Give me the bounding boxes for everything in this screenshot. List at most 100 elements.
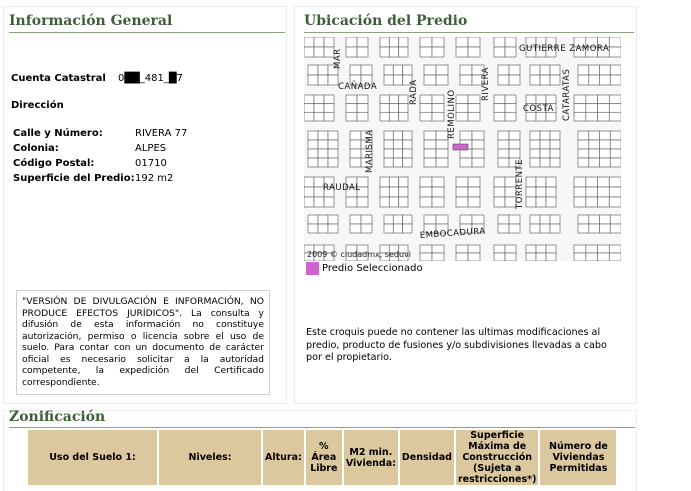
map-lot bbox=[392, 74, 403, 86]
map-lot bbox=[431, 111, 445, 122]
map-lot bbox=[467, 244, 481, 254]
map-lot bbox=[307, 157, 319, 168]
map-lot bbox=[588, 130, 600, 141]
map-lot bbox=[307, 64, 319, 76]
map-lot bbox=[392, 157, 403, 168]
map-lot bbox=[379, 37, 390, 48]
map-lot bbox=[525, 196, 537, 208]
map-lot bbox=[455, 111, 469, 122]
map-lot bbox=[493, 186, 506, 198]
map-lot bbox=[573, 252, 587, 261]
map-lot bbox=[388, 46, 399, 58]
map-lot bbox=[392, 139, 403, 150]
map-lot bbox=[549, 130, 561, 141]
map-lot bbox=[573, 103, 587, 113]
map-lot bbox=[549, 64, 561, 76]
map-lot bbox=[455, 37, 469, 48]
map-lot bbox=[419, 252, 433, 261]
map-lot bbox=[379, 111, 390, 122]
map-lot bbox=[529, 157, 541, 168]
map-lot bbox=[497, 130, 510, 141]
map-lot bbox=[313, 196, 325, 208]
cuenta-catastral-value: 0██_481_█7 bbox=[118, 73, 183, 84]
street-canada: CAÑADA bbox=[338, 81, 377, 92]
map-lot bbox=[455, 176, 469, 188]
map-lot bbox=[307, 223, 319, 234]
map-lot bbox=[398, 37, 409, 48]
codigo-postal-value: 01710 bbox=[135, 158, 167, 169]
zoning-header-row: Uso del Suelo 1: Niveles: Altura: % Área… bbox=[28, 430, 617, 485]
map-lot bbox=[549, 148, 561, 159]
map-lot bbox=[419, 244, 433, 254]
map-lot bbox=[609, 64, 621, 76]
map-lot bbox=[431, 252, 445, 261]
map-lot bbox=[529, 223, 541, 234]
map-lot bbox=[304, 46, 315, 58]
location-map[interactable]: GUTIERRE ZAMORA MAR CAÑADA RADA REMOLINO… bbox=[304, 37, 621, 261]
map-lot bbox=[345, 111, 358, 122]
map-lot bbox=[577, 214, 590, 225]
map-lot bbox=[471, 130, 485, 141]
map-lot bbox=[539, 214, 551, 225]
map-lot bbox=[327, 157, 339, 168]
map-lot bbox=[317, 214, 329, 225]
map-lot bbox=[402, 223, 413, 234]
map-credit: 2009 © ciudadmx, seduvi bbox=[307, 250, 412, 259]
map-lot bbox=[573, 244, 587, 254]
map-lot bbox=[317, 74, 329, 86]
map-lot bbox=[431, 37, 445, 48]
map-lot bbox=[467, 37, 481, 48]
map-lot bbox=[431, 46, 445, 58]
map-lot bbox=[493, 111, 506, 122]
map-lot bbox=[545, 176, 557, 188]
map-lot bbox=[549, 157, 561, 168]
map-lot bbox=[304, 186, 315, 198]
map-lot bbox=[459, 148, 473, 159]
map-lot bbox=[459, 130, 473, 141]
map-lot bbox=[597, 111, 610, 122]
map-lot bbox=[599, 64, 611, 76]
map-lot bbox=[599, 157, 611, 168]
map-lot bbox=[304, 37, 315, 48]
map-lot bbox=[535, 196, 547, 208]
map-lot bbox=[467, 186, 481, 198]
zoning-rule bbox=[9, 427, 635, 428]
map-lot bbox=[402, 64, 413, 76]
map-lot bbox=[497, 214, 510, 225]
map-lot bbox=[356, 94, 369, 105]
map-lot bbox=[585, 103, 598, 113]
map-lot bbox=[423, 214, 437, 225]
map-lot bbox=[327, 214, 339, 225]
colonia-value: ALPES bbox=[135, 143, 167, 154]
street-mar: MAR bbox=[333, 48, 343, 69]
map-lot bbox=[529, 74, 541, 86]
map-lot bbox=[573, 94, 587, 105]
map-lot bbox=[323, 103, 335, 113]
col-altura: Altura: bbox=[263, 430, 304, 485]
map-lot bbox=[419, 196, 433, 208]
map-lot bbox=[455, 196, 469, 208]
map-lot bbox=[539, 130, 551, 141]
map-lot bbox=[345, 46, 358, 58]
zoning-table: Uso del Suelo 1: Niveles: Altura: % Área… bbox=[26, 430, 618, 485]
map-lot bbox=[539, 223, 551, 234]
map-lot bbox=[525, 244, 537, 254]
map-lot bbox=[504, 111, 517, 122]
map-lot bbox=[588, 139, 600, 150]
map-lot bbox=[493, 252, 506, 261]
map-lot bbox=[608, 94, 621, 105]
map-lot bbox=[431, 186, 445, 198]
map-lot bbox=[455, 244, 469, 254]
street-gutierre-zamora: GUTIERRE ZAMORA bbox=[519, 44, 609, 54]
map-lot bbox=[307, 214, 319, 225]
map-lot bbox=[609, 157, 621, 168]
map-lot bbox=[508, 214, 521, 225]
map-lot bbox=[398, 103, 409, 113]
street-costa: COSTA bbox=[523, 104, 554, 114]
selected-lot[interactable] bbox=[452, 143, 469, 151]
map-lot bbox=[419, 186, 433, 198]
map-lot bbox=[508, 130, 521, 141]
map-lot bbox=[539, 64, 551, 76]
map-lot bbox=[608, 252, 621, 261]
map-lot bbox=[608, 46, 621, 58]
